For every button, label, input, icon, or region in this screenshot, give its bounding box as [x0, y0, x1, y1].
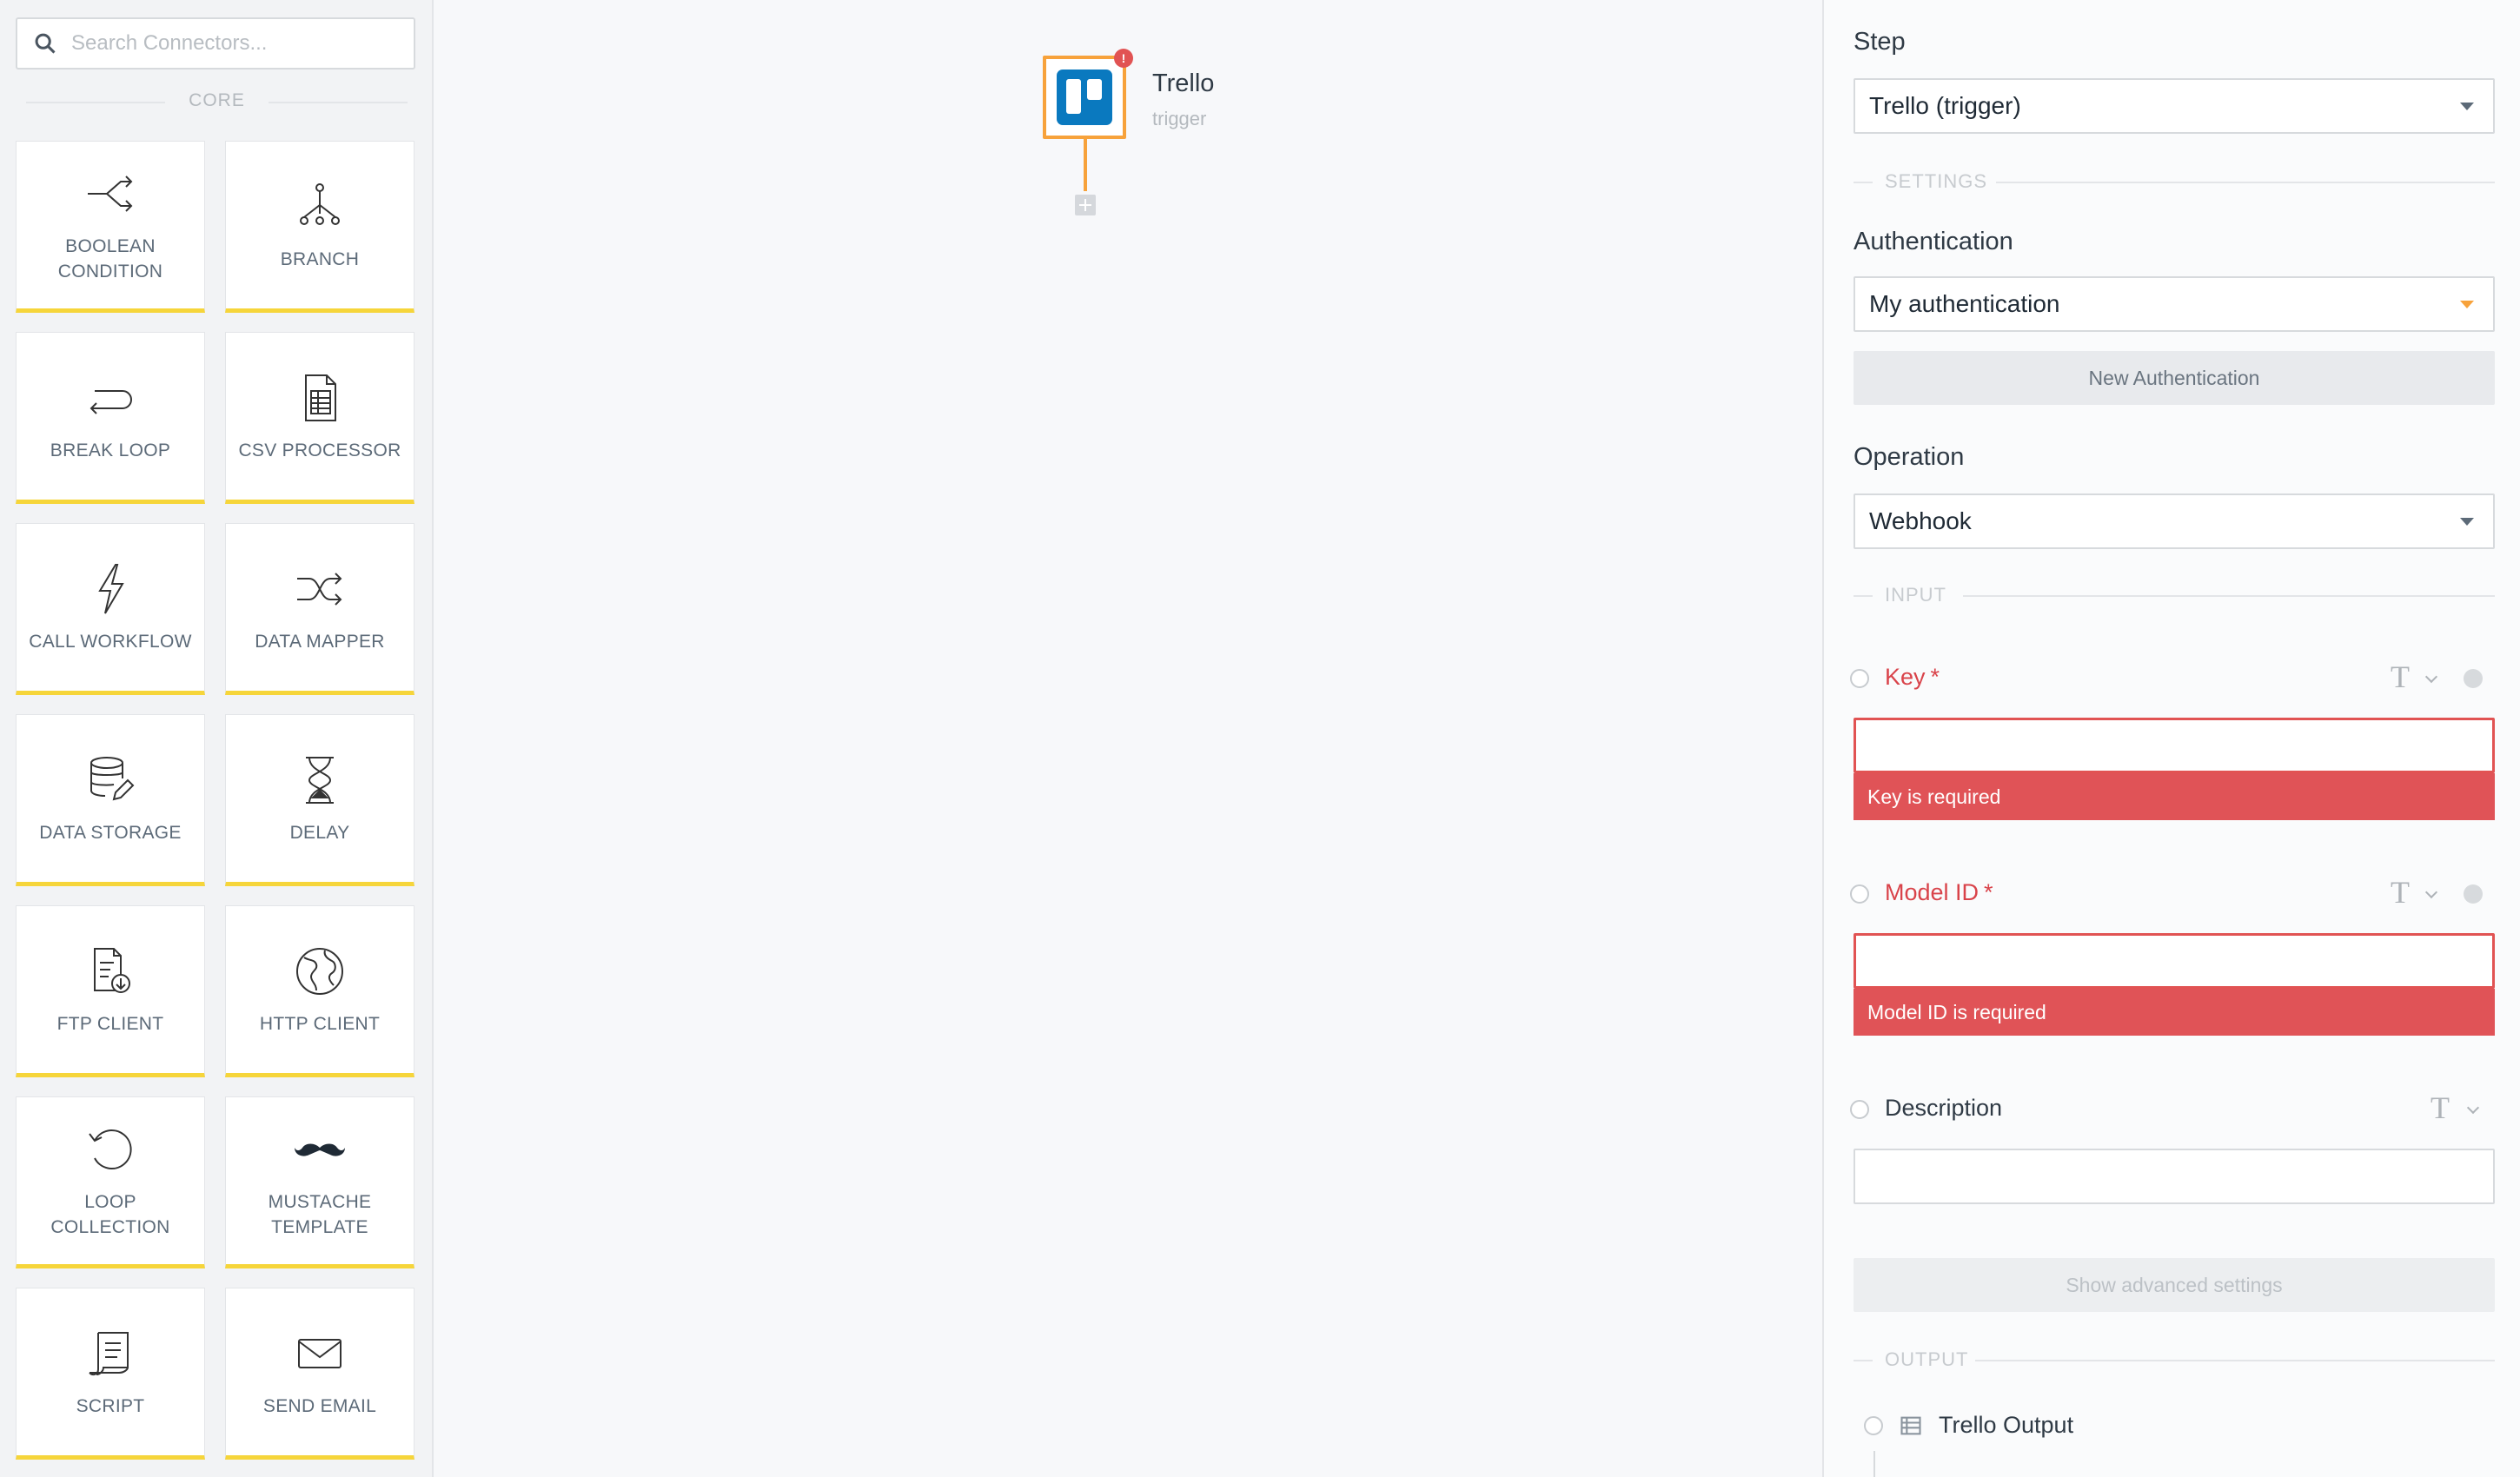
- show-advanced-settings-button[interactable]: Show advanced settings: [1854, 1258, 2495, 1312]
- tile-label: DATA STORAGE: [39, 822, 182, 843]
- step-select[interactable]: Trello (trigger): [1854, 78, 2495, 134]
- tile-loop-collection[interactable]: LOOP COLLECTION: [16, 1096, 205, 1268]
- tile-ftp-client[interactable]: FTP CLIENT: [16, 905, 205, 1077]
- tile-send-email[interactable]: SEND EMAIL: [225, 1288, 414, 1460]
- output-label: Trello Output: [1939, 1412, 2074, 1438]
- tile-csv-processor[interactable]: CSV PROCESSOR: [225, 332, 414, 504]
- boolean-condition-icon: [88, 176, 133, 212]
- node-connector-line: [1084, 139, 1087, 191]
- section-output: OUTPUT: [1854, 1348, 2495, 1373]
- trello-logo-icon: [1057, 70, 1112, 125]
- search-box[interactable]: [16, 17, 415, 70]
- key-field-label: Key *: [1885, 664, 1940, 690]
- tile-label: LOOP COLLECTION: [50, 1192, 170, 1237]
- tile-boolean-condition[interactable]: BOOLEAN CONDITION: [16, 141, 205, 313]
- trello-step-node[interactable]: [1043, 56, 1126, 139]
- tile-data-mapper[interactable]: DATA MAPPER: [225, 523, 414, 695]
- model-id-field-label: Model ID *: [1885, 879, 1993, 905]
- workflow-canvas[interactable]: [434, 0, 1822, 1477]
- text-type-icon[interactable]: T: [2391, 874, 2410, 911]
- csv-processor-icon: [305, 374, 336, 421]
- tile-mustache-template[interactable]: MUSTACHE TEMPLATE: [225, 1096, 414, 1268]
- description-input[interactable]: [1854, 1149, 2495, 1204]
- step-select-value: Trello (trigger): [1869, 92, 2021, 119]
- section-label-core: CORE: [0, 90, 432, 111]
- step-settings-panel: Step Trello (trigger) SETTINGS Authentic…: [1822, 0, 2520, 1477]
- caret-down-icon: [2460, 103, 2474, 110]
- data-storage-icon: [90, 756, 135, 800]
- tile-label: BREAK LOOP: [50, 440, 171, 460]
- error-badge: !: [1114, 49, 1133, 68]
- node-title: Trello: [1152, 70, 1215, 97]
- operation-label: Operation: [1854, 443, 1965, 471]
- delay-icon: [306, 756, 334, 804]
- tile-delay[interactable]: DELAY: [225, 714, 414, 886]
- tile-script[interactable]: SCRIPT: [16, 1288, 205, 1460]
- description-field-label: Description: [1885, 1095, 2003, 1121]
- tile-label: HTTP CLIENT: [259, 1013, 381, 1034]
- tile-label: SCRIPT: [76, 1395, 145, 1416]
- chevron-down-icon[interactable]: [2424, 885, 2438, 899]
- info-dot-icon: [2464, 884, 2483, 904]
- connector-sidebar: CORE BOOLEAN CONDITION BRANCH BREAK LOOP…: [0, 0, 434, 1477]
- operation-select[interactable]: Webhook: [1854, 493, 2495, 549]
- key-input[interactable]: [1854, 718, 2495, 773]
- tile-data-storage[interactable]: DATA STORAGE: [16, 714, 205, 886]
- chevron-down-icon[interactable]: [2466, 1101, 2480, 1115]
- script-icon: [89, 1331, 129, 1375]
- tile-label: FTP CLIENT: [56, 1013, 164, 1034]
- tile-label: DELAY: [289, 822, 350, 843]
- tile-label: SEND EMAIL: [262, 1395, 377, 1416]
- break-loop-icon: [90, 389, 132, 414]
- tile-label: DATA MAPPER: [255, 631, 385, 652]
- tile-label: BOOLEAN CONDITION: [57, 236, 163, 281]
- info-dot-icon: [2464, 669, 2483, 688]
- search-input[interactable]: [71, 31, 401, 56]
- model-id-input[interactable]: [1854, 933, 2495, 989]
- section-settings: SETTINGS: [1854, 170, 2495, 195]
- key-field-radio[interactable]: [1850, 669, 1869, 688]
- auth-label: Authentication: [1854, 228, 2013, 255]
- tile-label: BRANCH: [280, 248, 360, 269]
- caret-down-icon: [2460, 301, 2474, 308]
- ftp-client-icon: [94, 947, 130, 993]
- new-authentication-button[interactable]: New Authentication: [1854, 351, 2495, 405]
- output-tree-item[interactable]: Trello Output: [1864, 1412, 2073, 1439]
- tile-label: MUSTACHE TEMPLATE: [268, 1192, 372, 1237]
- output-radio[interactable]: [1864, 1415, 1883, 1435]
- auth-select-value: My authentication: [1869, 290, 2060, 317]
- tree-guide-line: [1873, 1451, 1875, 1477]
- tile-call-workflow[interactable]: CALL WORKFLOW: [16, 523, 205, 695]
- description-field-radio[interactable]: [1850, 1100, 1869, 1119]
- model-id-error-message: Model ID is required: [1854, 989, 2495, 1036]
- mustache-template-icon: [295, 1143, 345, 1156]
- chevron-down-icon[interactable]: [2424, 670, 2438, 684]
- tile-label: CALL WORKFLOW: [29, 631, 192, 652]
- step-label: Step: [1854, 28, 1906, 56]
- tile-label: CSV PROCESSOR: [238, 440, 401, 460]
- branch-icon: [300, 182, 340, 225]
- text-type-icon[interactable]: T: [2430, 1090, 2450, 1126]
- model-id-field-radio[interactable]: [1850, 884, 1869, 904]
- send-email-icon: [298, 1338, 342, 1368]
- tile-http-client[interactable]: HTTP CLIENT: [225, 905, 414, 1077]
- table-icon: [1900, 1416, 1921, 1434]
- call-workflow-icon: [98, 563, 124, 614]
- http-client-icon: [296, 947, 343, 995]
- key-error-message: Key is required: [1854, 773, 2495, 820]
- section-input: INPUT: [1854, 584, 2495, 608]
- node-subtitle: trigger: [1152, 108, 1207, 129]
- tile-branch[interactable]: BRANCH: [225, 141, 414, 313]
- loop-collection-icon: [89, 1129, 132, 1169]
- tile-break-loop[interactable]: BREAK LOOP: [16, 332, 205, 504]
- text-type-icon[interactable]: T: [2391, 659, 2410, 695]
- auth-select[interactable]: My authentication: [1854, 276, 2495, 332]
- search-icon: [35, 33, 56, 54]
- add-step-icon[interactable]: [1075, 195, 1096, 215]
- data-mapper-icon: [297, 572, 342, 606]
- caret-down-icon: [2460, 518, 2474, 526]
- operation-select-value: Webhook: [1869, 507, 1972, 534]
